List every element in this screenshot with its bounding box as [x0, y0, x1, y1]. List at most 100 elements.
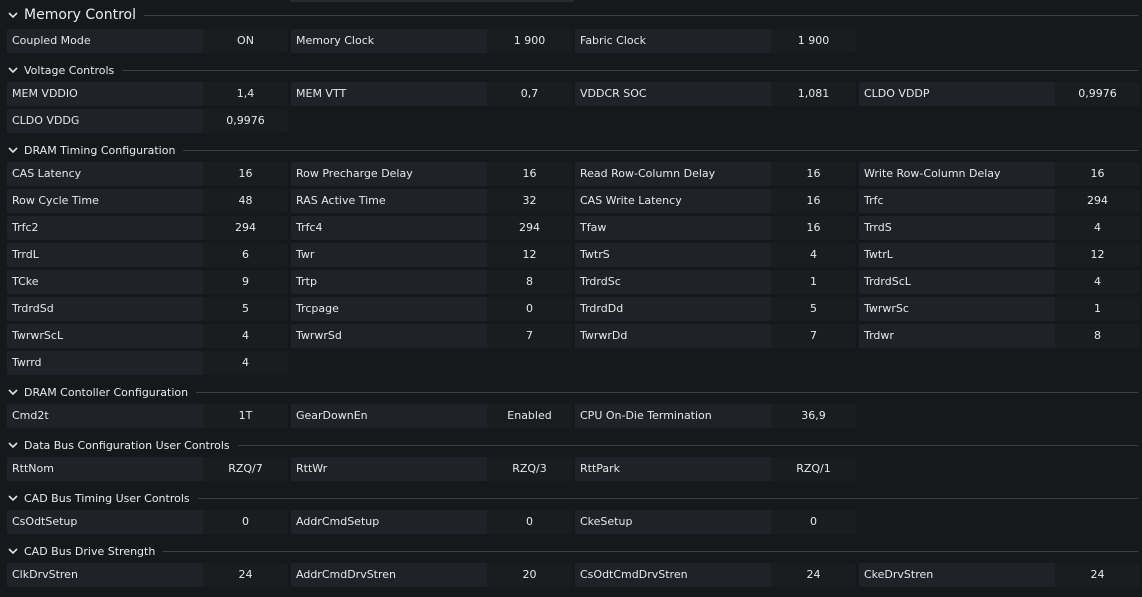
- setting-cpu-on-die-termination[interactable]: CPU On-Die Termination 36,9: [575, 404, 856, 428]
- setting-trdrdsd[interactable]: TrdrdSd 5: [7, 297, 288, 321]
- setting-value[interactable]: 4: [771, 243, 856, 267]
- section-header-memory-control[interactable]: Memory Control: [0, 5, 1142, 25]
- setting-ckedrvstren[interactable]: CkeDrvStren 24: [859, 563, 1140, 587]
- chevron-down-icon[interactable]: [8, 145, 18, 155]
- section-header-cad-bus-timing[interactable]: CAD Bus Timing User Controls: [0, 490, 1142, 506]
- setting-rttnom[interactable]: RttNom RZQ/7: [7, 457, 288, 481]
- setting-tcke[interactable]: TCke 9: [7, 270, 288, 294]
- setting-twtrl[interactable]: TwtrL 12: [859, 243, 1140, 267]
- setting-value[interactable]: 16: [487, 162, 572, 186]
- setting-value[interactable]: Enabled: [487, 404, 572, 428]
- setting-csodtcmddrvstren[interactable]: CsOdtCmdDrvStren 24: [575, 563, 856, 587]
- setting-value[interactable]: 0: [203, 510, 288, 534]
- section-header-dram-timing[interactable]: DRAM Timing Configuration: [0, 142, 1142, 158]
- setting-value[interactable]: 8: [487, 270, 572, 294]
- setting-trdrddd[interactable]: TrdrdDd 5: [575, 297, 856, 321]
- setting-value[interactable]: 16: [771, 162, 856, 186]
- setting-trdrdscl[interactable]: TrdrdScL 4: [859, 270, 1140, 294]
- setting-value[interactable]: 24: [203, 563, 288, 587]
- chevron-down-icon[interactable]: [8, 10, 18, 20]
- setting-trdrdsc[interactable]: TrdrdSc 1: [575, 270, 856, 294]
- setting-trcpage[interactable]: Trcpage 0: [291, 297, 572, 321]
- setting-value[interactable]: 16: [1055, 162, 1140, 186]
- setting-value[interactable]: 1,081: [771, 82, 856, 106]
- setting-rttwr[interactable]: RttWr RZQ/3: [291, 457, 572, 481]
- setting-twr[interactable]: Twr 12: [291, 243, 572, 267]
- setting-value[interactable]: 20: [487, 563, 572, 587]
- setting-value[interactable]: 6: [203, 243, 288, 267]
- setting-value[interactable]: 24: [771, 563, 856, 587]
- setting-twrwrdd[interactable]: TwrwrDd 7: [575, 324, 856, 348]
- setting-value[interactable]: 16: [203, 162, 288, 186]
- setting-row-cycle-time[interactable]: Row Cycle Time 48: [7, 189, 288, 213]
- setting-value[interactable]: 0: [487, 297, 572, 321]
- setting-value[interactable]: 4: [203, 351, 288, 375]
- setting-value[interactable]: 1,4: [203, 82, 288, 106]
- setting-value[interactable]: 294: [203, 216, 288, 240]
- setting-value[interactable]: 0,7: [487, 82, 572, 106]
- setting-fabric-clock[interactable]: Fabric Clock 1 900: [575, 29, 856, 53]
- setting-tfaw[interactable]: Tfaw 16: [575, 216, 856, 240]
- setting-value[interactable]: RZQ/3: [487, 457, 572, 481]
- setting-trfc2[interactable]: Trfc2 294: [7, 216, 288, 240]
- setting-ras-active-time[interactable]: RAS Active Time 32: [291, 189, 572, 213]
- section-header-cad-bus-drive[interactable]: CAD Bus Drive Strength: [0, 543, 1142, 559]
- setting-row-precharge-delay[interactable]: Row Precharge Delay 16: [291, 162, 572, 186]
- setting-value[interactable]: 7: [771, 324, 856, 348]
- setting-value[interactable]: 12: [487, 243, 572, 267]
- setting-value[interactable]: 48: [203, 189, 288, 213]
- setting-csodtsetup[interactable]: CsOdtSetup 0: [7, 510, 288, 534]
- setting-mem-vtt[interactable]: MEM VTT 0,7: [291, 82, 572, 106]
- setting-rttpark[interactable]: RttPark RZQ/1: [575, 457, 856, 481]
- setting-value[interactable]: 4: [1055, 216, 1140, 240]
- setting-trrds[interactable]: TrrdS 4: [859, 216, 1140, 240]
- setting-coupled-mode[interactable]: Coupled Mode ON: [7, 29, 288, 53]
- setting-value[interactable]: 0,9976: [203, 109, 288, 133]
- setting-clkdrvstren[interactable]: ClkDrvStren 24: [7, 563, 288, 587]
- section-header-voltage-controls[interactable]: Voltage Controls: [0, 62, 1142, 78]
- chevron-down-icon[interactable]: [8, 546, 18, 556]
- setting-addrcmddrvstren[interactable]: AddrCmdDrvStren 20: [291, 563, 572, 587]
- setting-value[interactable]: ON: [203, 29, 288, 53]
- setting-value[interactable]: 32: [487, 189, 572, 213]
- setting-value[interactable]: 0: [487, 510, 572, 534]
- setting-twrwrscl[interactable]: TwrwrScL 4: [7, 324, 288, 348]
- chevron-down-icon[interactable]: [8, 493, 18, 503]
- setting-value[interactable]: 1 900: [771, 29, 856, 53]
- setting-vddcr-soc[interactable]: VDDCR SOC 1,081: [575, 82, 856, 106]
- setting-value[interactable]: RZQ/7: [203, 457, 288, 481]
- setting-value[interactable]: 0,9976: [1055, 82, 1140, 106]
- setting-mem-vddio[interactable]: MEM VDDIO 1,4: [7, 82, 288, 106]
- setting-twtrs[interactable]: TwtrS 4: [575, 243, 856, 267]
- setting-trrdl[interactable]: TrrdL 6: [7, 243, 288, 267]
- setting-trdwr[interactable]: Trdwr 8: [859, 324, 1140, 348]
- section-header-data-bus[interactable]: Data Bus Configuration User Controls: [0, 437, 1142, 453]
- setting-twrwrsd[interactable]: TwrwrSd 7: [291, 324, 572, 348]
- setting-value[interactable]: 5: [771, 297, 856, 321]
- chevron-down-icon[interactable]: [8, 440, 18, 450]
- setting-value[interactable]: 36,9: [771, 404, 856, 428]
- setting-value[interactable]: 294: [487, 216, 572, 240]
- setting-value[interactable]: 16: [771, 189, 856, 213]
- setting-value[interactable]: RZQ/1: [771, 457, 856, 481]
- setting-value[interactable]: 12: [1055, 243, 1140, 267]
- setting-twrrd[interactable]: Twrrd 4: [7, 351, 288, 375]
- setting-value[interactable]: 4: [1055, 270, 1140, 294]
- setting-read-row-column-delay[interactable]: Read Row-Column Delay 16: [575, 162, 856, 186]
- setting-value[interactable]: 5: [203, 297, 288, 321]
- setting-addrcmdsetup[interactable]: AddrCmdSetup 0: [291, 510, 572, 534]
- setting-trfc4[interactable]: Trfc4 294: [291, 216, 572, 240]
- setting-memory-clock[interactable]: Memory Clock 1 900: [291, 29, 572, 53]
- setting-trfc[interactable]: Trfc 294: [859, 189, 1140, 213]
- chevron-down-icon[interactable]: [8, 65, 18, 75]
- setting-value[interactable]: 0: [771, 510, 856, 534]
- setting-write-row-column-delay[interactable]: Write Row-Column Delay 16: [859, 162, 1140, 186]
- setting-cmd2t[interactable]: Cmd2t 1T: [7, 404, 288, 428]
- setting-trtp[interactable]: Trtp 8: [291, 270, 572, 294]
- setting-twrwrsc[interactable]: TwrwrSc 1: [859, 297, 1140, 321]
- setting-value[interactable]: 1: [771, 270, 856, 294]
- chevron-down-icon[interactable]: [8, 387, 18, 397]
- setting-value[interactable]: 24: [1055, 563, 1140, 587]
- setting-value[interactable]: 8: [1055, 324, 1140, 348]
- setting-value[interactable]: 7: [487, 324, 572, 348]
